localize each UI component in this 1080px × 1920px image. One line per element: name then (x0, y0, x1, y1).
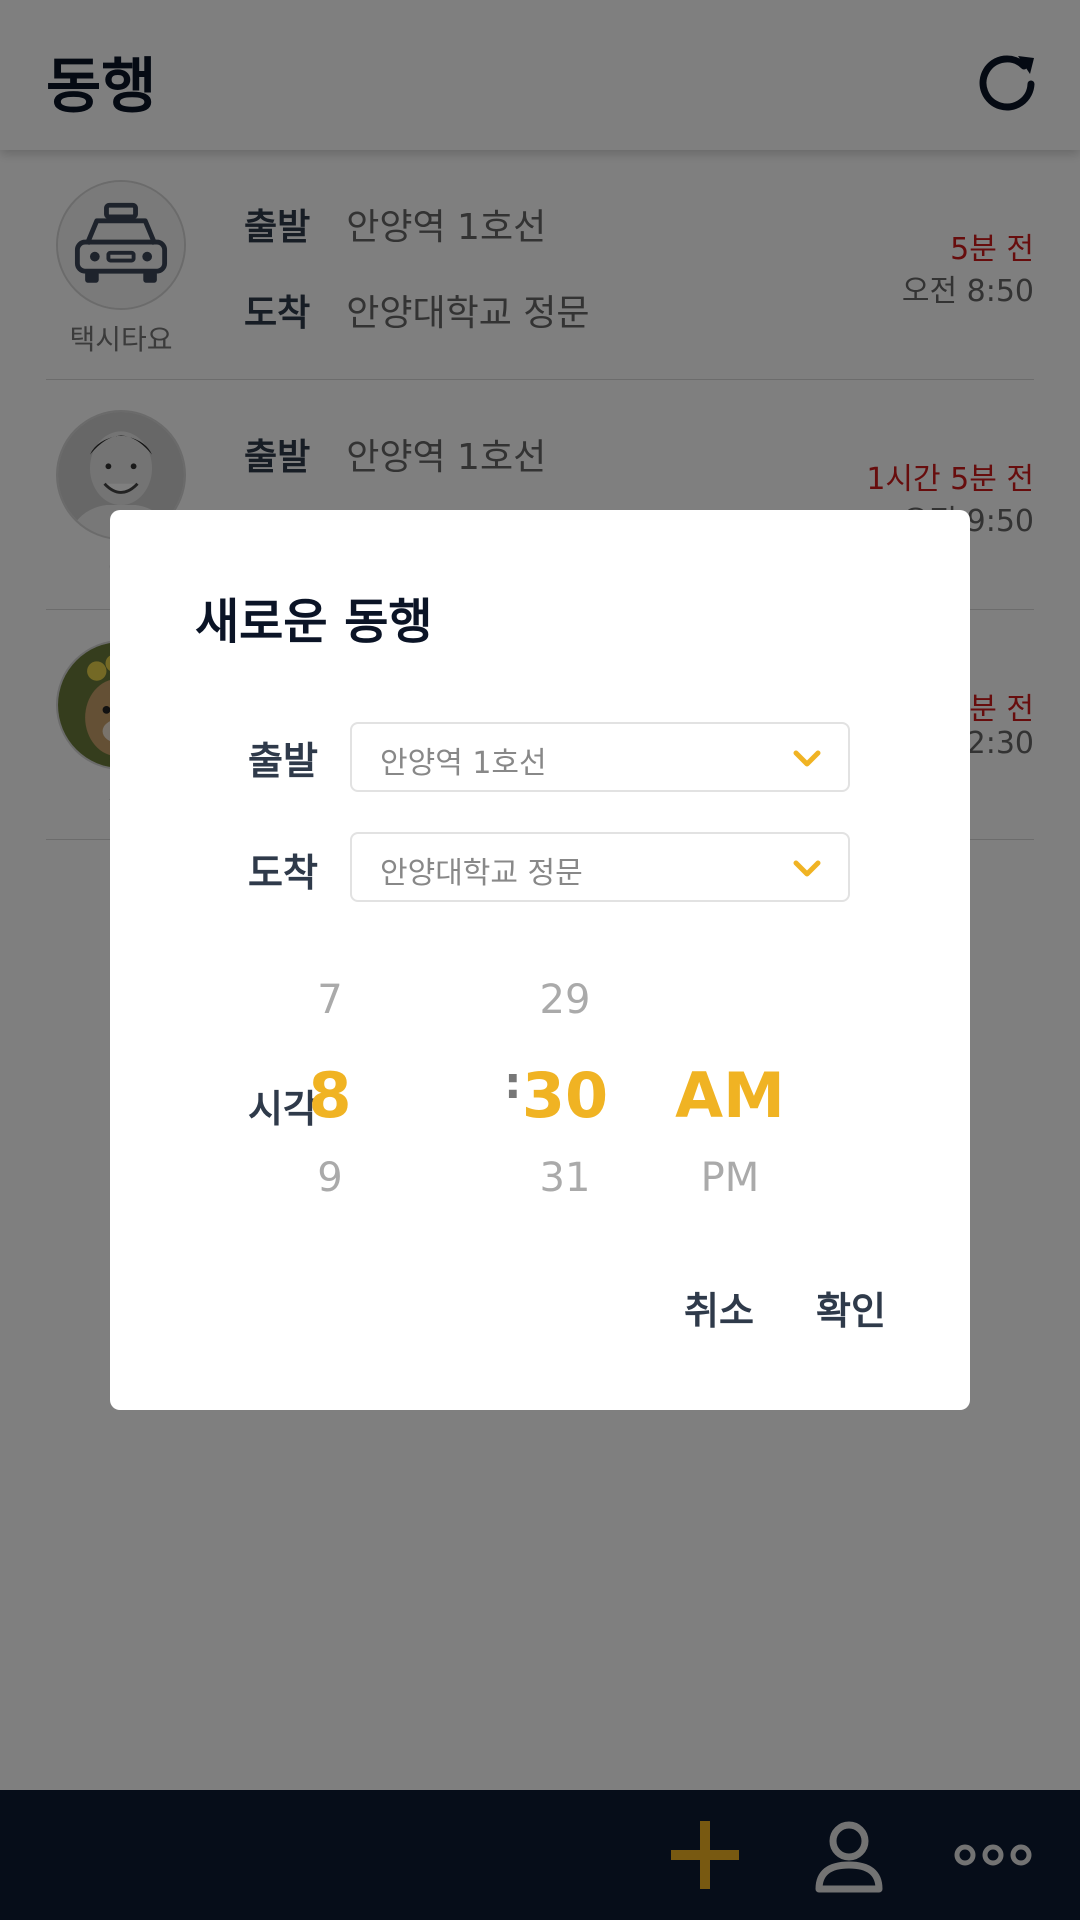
arrival-label: 도착 (248, 851, 318, 895)
hour-picker[interactable]: 7 8 9 (285, 977, 375, 1215)
screen: 동행 (0, 0, 1080, 1920)
hour-next[interactable]: 9 (285, 1155, 375, 1215)
dialog-title: 새로운 동행 (195, 594, 433, 650)
minute-selected[interactable]: 30 (510, 1037, 620, 1155)
departure-select[interactable]: 안양역 1호선 (350, 722, 850, 792)
departure-select-value: 안양역 1호선 (380, 746, 547, 781)
hour-selected[interactable]: 8 (285, 1037, 375, 1155)
arrival-select-value: 안양대학교 정문 (380, 856, 583, 891)
confirm-button[interactable]: 확인 (816, 1280, 886, 1335)
minute-next[interactable]: 31 (510, 1155, 620, 1215)
arrival-select[interactable]: 안양대학교 정문 (350, 832, 850, 902)
new-ride-dialog: 새로운 동행 출발 안양역 1호선 도착 안양대학교 정문 시각 7 8 9 :… (110, 510, 970, 1410)
chevron-down-icon (793, 750, 821, 767)
departure-label: 출발 (248, 739, 318, 783)
hour-prev[interactable]: 7 (285, 977, 375, 1037)
cancel-button[interactable]: 취소 (684, 1280, 754, 1335)
minute-prev[interactable]: 29 (510, 977, 620, 1037)
ampm-selected[interactable]: AM (670, 1037, 790, 1155)
minute-picker[interactable]: 29 30 31 (510, 977, 620, 1215)
ampm-picker[interactable]: AM PM (670, 1037, 790, 1215)
chevron-down-icon (793, 860, 821, 877)
ampm-next[interactable]: PM (670, 1155, 790, 1215)
